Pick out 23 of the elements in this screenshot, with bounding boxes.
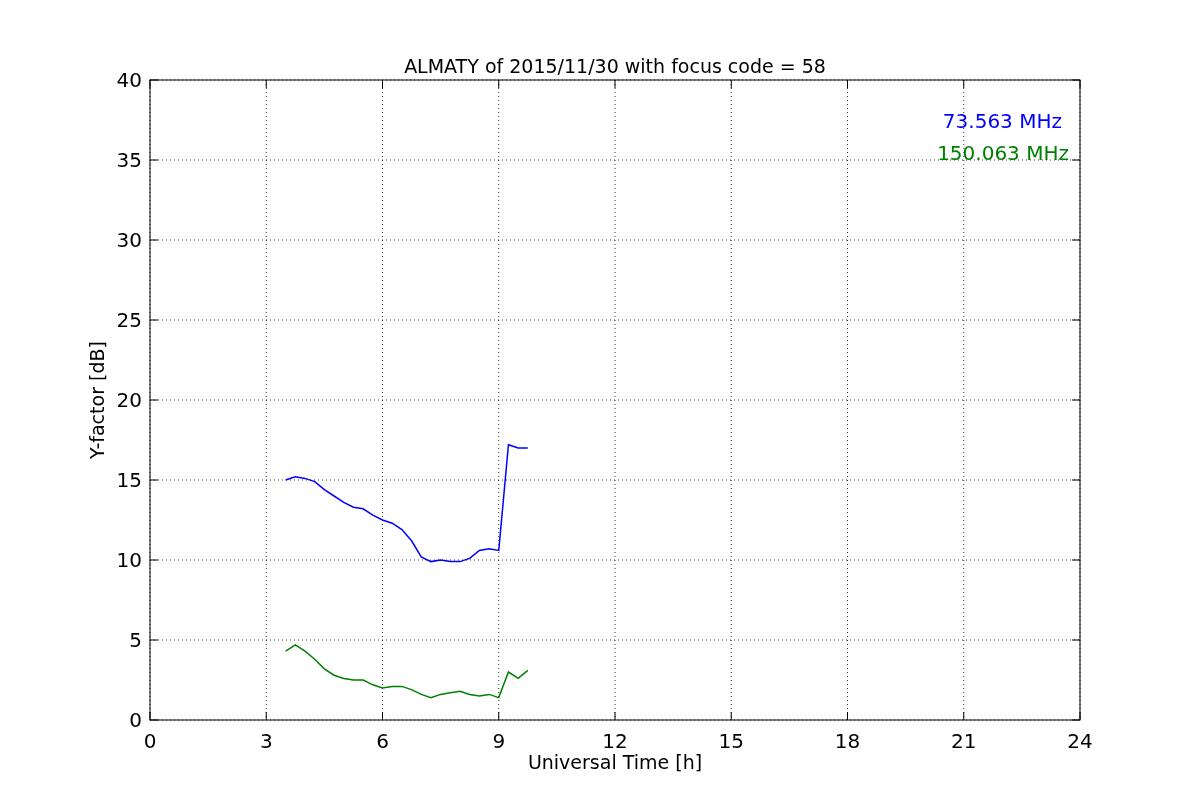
- axis-tick-label: 25: [116, 308, 142, 332]
- legend-label: 73.563 MHz: [942, 109, 1062, 133]
- axis-tick-label: 9: [492, 729, 506, 753]
- axis-tick-label: 10: [116, 548, 142, 572]
- axis-tick-label: 15: [718, 729, 744, 753]
- axis-tick-label: 18: [834, 729, 861, 753]
- axis-tick-label: 30: [116, 228, 142, 252]
- axis-tick-label: 15: [116, 468, 142, 492]
- axis-label: Universal Time [h]: [527, 751, 703, 773]
- chart-title: ALMATY of 2015/11/30 with focus code = 58: [404, 55, 826, 77]
- axis-label: Y-factor [dB]: [86, 341, 108, 459]
- axis-tick-label: 21: [951, 729, 977, 753]
- axis-tick-label: 12: [602, 729, 628, 753]
- axis-tick-label: 0: [143, 729, 157, 753]
- axis-tick-label: 35: [116, 148, 142, 172]
- axis-tick-label: 40: [116, 68, 142, 92]
- axis-tick-label: 24: [1067, 729, 1093, 753]
- axis-tick-label: 20: [116, 388, 142, 412]
- axis-tick-label: 3: [259, 729, 273, 753]
- legend-label: 150.063 MHz: [937, 141, 1069, 165]
- axis-tick-label: 5: [129, 628, 142, 652]
- axis-tick-label: 6: [376, 729, 389, 753]
- axis-tick-label: 0: [129, 708, 142, 732]
